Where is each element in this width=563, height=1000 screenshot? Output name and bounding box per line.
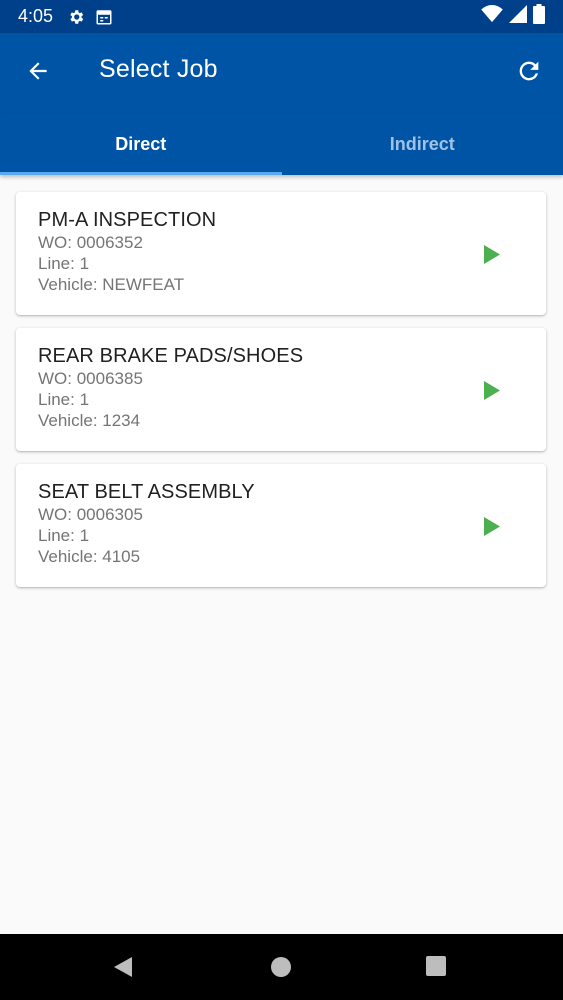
tab-bar: Direct Indirect [0,113,563,175]
job-wo: WO: 0006305 [38,505,143,524]
job-title: PM-A INSPECTION [38,209,217,231]
tab-direct[interactable]: Direct [0,113,282,175]
wifi-icon [481,5,503,28]
play-icon [484,245,500,268]
refresh-button[interactable] [513,57,545,89]
status-time: 4:05 [18,6,54,26]
battery-icon [533,4,545,29]
play-icon [484,517,500,540]
job-line: Line: 1 [38,526,90,545]
nav-recents-button[interactable] [426,956,446,981]
job-vehicle: Vehicle: NEWFEAT [38,275,185,294]
job-card[interactable]: PM-A INSPECTION WO: 0006352 Line: 1 Vehi… [16,192,546,315]
tab-label: Indirect [389,133,455,154]
job-list: PM-A INSPECTION WO: 0006352 Line: 1 Vehi… [16,192,546,600]
page-title: Select Job [99,55,218,83]
job-line: Line: 1 [38,254,90,273]
job-card[interactable]: SEAT BELT ASSEMBLY WO: 0006305 Line: 1 V… [16,464,546,587]
start-job-button[interactable] [484,517,502,537]
arrow-back-icon [25,58,51,89]
play-icon [484,381,500,404]
job-wo: WO: 0006352 [38,233,143,252]
status-bar: 4:05 [0,0,563,33]
start-job-button[interactable] [484,245,502,265]
calendar-icon [95,8,113,26]
square-recents-icon [426,956,446,981]
app-bar: Select Job [0,33,563,113]
signal-icon [509,5,527,28]
job-line: Line: 1 [38,390,90,409]
back-button[interactable] [22,57,54,89]
nav-back-button[interactable] [112,956,134,983]
triangle-back-icon [112,956,134,983]
job-vehicle: Vehicle: 4105 [38,547,141,566]
circle-home-icon [270,956,292,983]
status-icons-right [481,4,545,29]
job-wo: WO: 0006385 [38,369,143,388]
job-card[interactable]: REAR BRAKE PADS/SHOES WO: 0006385 Line: … [16,328,546,451]
tab-indirect[interactable]: Indirect [282,113,563,175]
refresh-icon [515,57,543,90]
job-title: REAR BRAKE PADS/SHOES [38,345,304,367]
job-vehicle: Vehicle: 1234 [38,411,141,430]
tab-label: Direct [115,133,167,154]
nav-home-button[interactable] [270,956,292,983]
gear-icon [67,8,85,26]
system-nav-bar [0,934,563,1000]
start-job-button[interactable] [484,381,502,401]
job-title: SEAT BELT ASSEMBLY [38,481,255,503]
